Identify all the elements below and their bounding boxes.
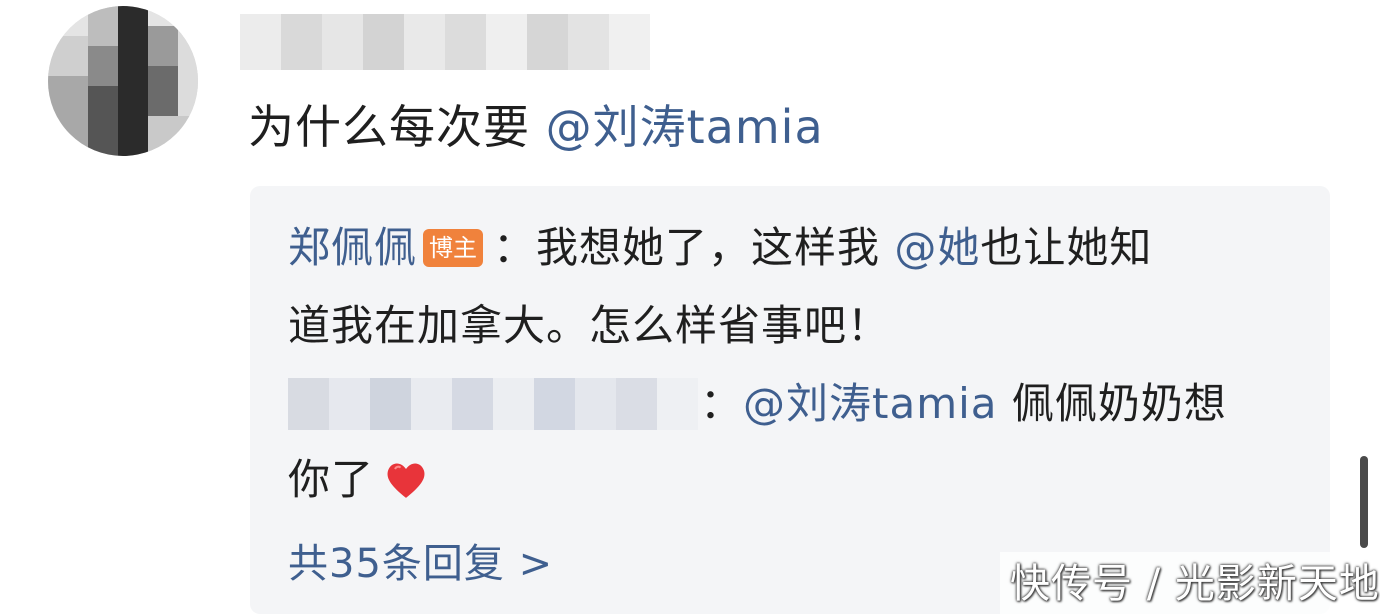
first-reply-line2: 道我在加拿大。怎么样省事吧！ [288, 294, 890, 358]
comment-mention-link[interactable]: @刘涛tamia [546, 100, 824, 154]
second-reply-line2: 你了 [288, 448, 428, 512]
reply2-colon: ： [700, 379, 744, 428]
second-reply-line1: ：@刘涛tamia 佩佩奶奶想 [700, 372, 1227, 436]
avatar[interactable] [48, 6, 198, 156]
blurred-reply-author[interactable] [288, 378, 698, 430]
reply-mention-link[interactable]: @她 [894, 223, 980, 272]
reply2-text-part1: 佩佩奶奶想 [997, 379, 1227, 428]
blurred-username[interactable] [240, 14, 650, 70]
reply-text-part1: ：我想她了，这样我 [493, 223, 895, 272]
comment-body: 为什么每次要 [248, 100, 546, 154]
reply-text-part2: 也让她知 [980, 223, 1153, 272]
screenshot-stage: 为什么每次要 @刘涛tamia 郑佩佩 博主 ：我想她了，这样我 @她也让她知 道我… [0, 0, 1380, 614]
more-replies-link[interactable]: 共35条回复 > [288, 534, 553, 594]
blogger-badge: 博主 [423, 228, 484, 267]
first-reply-line1: 郑佩佩 博主 ：我想她了，这样我 @她也让她知 [288, 216, 1152, 280]
watermark-text: 快传号 / 光影新天地 [1010, 561, 1380, 607]
reply-text-line2: 道我在加拿大。怎么样省事吧！ [288, 301, 891, 350]
reply-author-name[interactable]: 郑佩佩 [288, 223, 417, 272]
scrollbar[interactable] [1360, 456, 1368, 548]
reply2-text-line2: 你了 [288, 455, 375, 504]
red-heart-icon [387, 462, 425, 498]
comment-text: 为什么每次要 @刘涛tamia [248, 92, 824, 162]
reply2-mention-link[interactable]: @刘涛tamia [743, 379, 998, 428]
